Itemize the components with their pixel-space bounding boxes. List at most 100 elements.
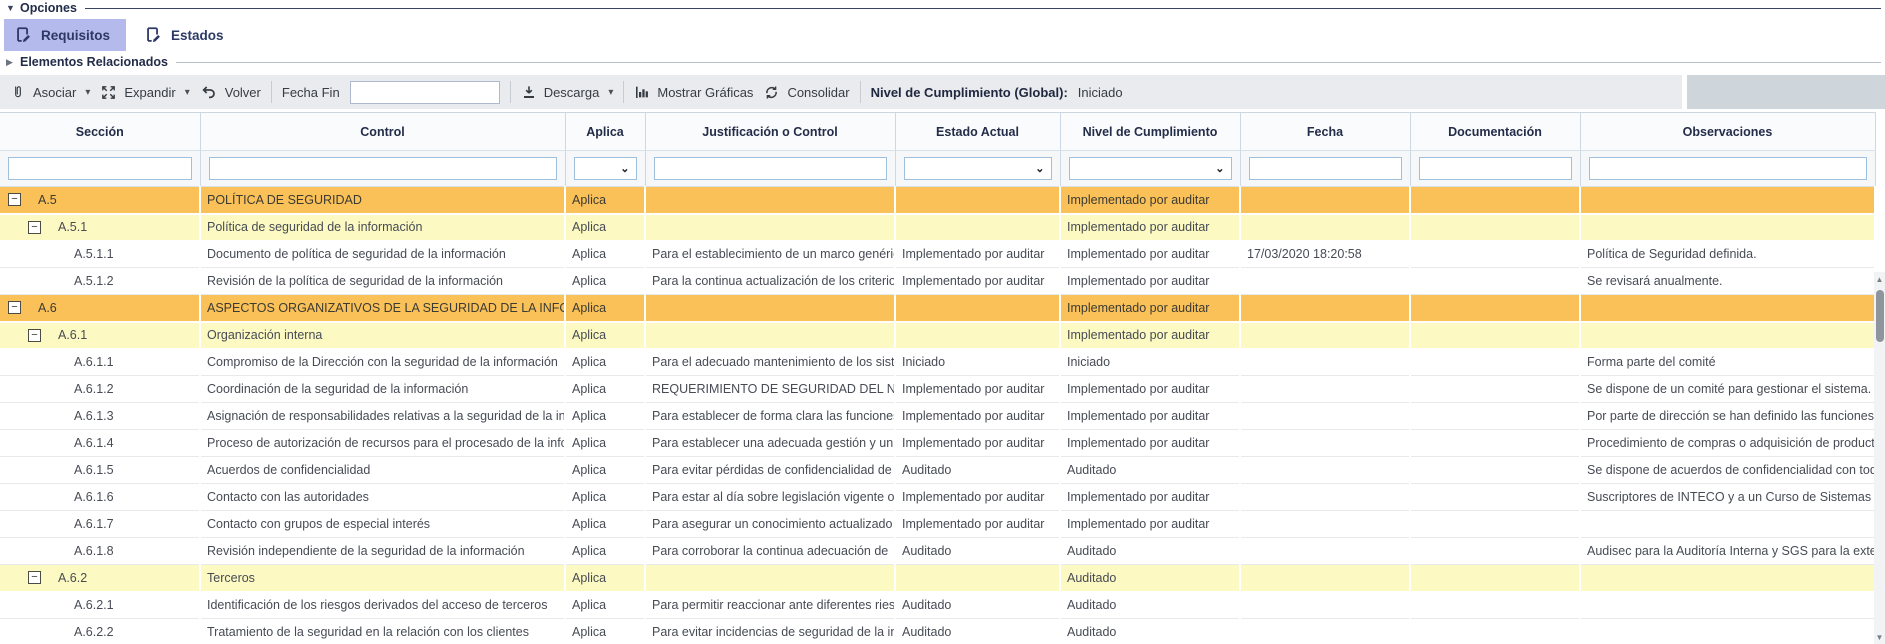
cell-aplica: Aplica (565, 538, 645, 565)
filter-control-input[interactable] (209, 157, 557, 180)
table-row[interactable]: A.6.2.1Identificación de los riesgos der… (0, 592, 1875, 619)
table-row[interactable]: A.5.1.2 Revisión de la política de seguri… (0, 268, 1875, 295)
fecha-fin-input[interactable] (350, 81, 500, 104)
cell-fecha: 17/03/2020 18:20:58 (1240, 241, 1410, 268)
cell-documentacion (1410, 403, 1580, 430)
table-row[interactable]: A.6.1.1Compromiso de la Dirección con la… (0, 349, 1875, 376)
filter-estado-select[interactable]: ⌄ (904, 157, 1052, 180)
tab-label: Requisitos (41, 28, 110, 43)
cell-aplica: Aplica (565, 565, 645, 592)
column-header-control[interactable]: Control (200, 113, 565, 151)
expand-triangle-icon[interactable]: ▶ (6, 57, 20, 68)
table-row[interactable]: −A.5.1Política de seguridad de la inform… (0, 214, 1875, 241)
cell-observaciones (1580, 592, 1875, 619)
cell-fecha (1240, 430, 1410, 457)
column-header-aplica[interactable]: Aplica (565, 113, 645, 151)
table-row[interactable]: −A.6.2TercerosAplicaAuditado (0, 565, 1875, 592)
table-row[interactable]: A.6.1.7Contacto con grupos de especial i… (0, 511, 1875, 538)
collapse-minus-icon[interactable]: − (8, 193, 21, 206)
cell-documentacion (1410, 322, 1580, 349)
collapse-minus-icon[interactable]: − (28, 221, 41, 234)
tab-estados[interactable]: Estados (134, 19, 240, 51)
cell-justificacion: Para corroborar la continua adecuación d… (645, 538, 895, 565)
cell-justificacion (645, 322, 895, 349)
filter-aplica-select[interactable]: ⌄ (574, 157, 637, 180)
descarga-button[interactable]: Descarga ▾ (521, 84, 614, 100)
tab-requisitos[interactable]: Requisitos (4, 19, 126, 51)
expandir-button[interactable]: Expandir ▾ (100, 84, 189, 101)
toolbar-right-panel (1682, 75, 1885, 109)
asociar-button[interactable]: Asociar ▾ (10, 83, 90, 101)
cell-estado (895, 214, 1060, 241)
cell-observaciones (1580, 511, 1875, 538)
table-row[interactable]: A.6.2.2Tratamiento de la seguridad en la… (0, 619, 1875, 644)
mostrar-graficas-button[interactable]: Mostrar Gráficas (634, 84, 753, 100)
table-row[interactable]: A.6.1.6Contacto con las autoridadesAplic… (0, 484, 1875, 511)
section-cell-content: −A.5.1 (6, 220, 193, 234)
table-row[interactable]: A.6.1.2Coordinación de la seguridad de l… (0, 376, 1875, 403)
section-code: A.5.1.2 (74, 274, 114, 288)
filter-seccion-input[interactable] (8, 157, 192, 180)
requisitos-table: Sección Control Aplica Justificación o C… (0, 112, 1876, 644)
table-row[interactable]: A.6.1.8Revisión independiente de la segu… (0, 538, 1875, 565)
cell-fecha (1240, 295, 1410, 322)
chevron-down-icon: ⌄ (1035, 162, 1044, 175)
cell-aplica: Aplica (565, 403, 645, 430)
cell-seccion: A.6.1.4 (0, 430, 200, 457)
cell-justificacion: Para el establecimiento de un marco gené… (645, 241, 895, 268)
cell-justificacion: REQUERIMIENTO DE SEGURIDAD DEL NEGOCIO (645, 376, 895, 403)
column-header-estado[interactable]: Estado Actual (895, 113, 1060, 151)
table-row[interactable]: A.6.1.5Acuerdos de confidencialidadAplic… (0, 457, 1875, 484)
cell-estado: Auditado (895, 457, 1060, 484)
cell-estado: Implementado por auditar (895, 511, 1060, 538)
column-header-seccion[interactable]: Sección (0, 113, 200, 151)
collapse-triangle-icon[interactable]: ▼ (6, 3, 20, 13)
cell-documentacion (1410, 295, 1580, 322)
filter-justificacion-input[interactable] (654, 157, 887, 180)
scroll-down-icon[interactable]: ▼ (1874, 633, 1885, 642)
table-row[interactable]: −A.6.1Organización internaAplicaImplemen… (0, 322, 1875, 349)
table-row[interactable]: A.5.1.1Documento de política de segurida… (0, 241, 1875, 268)
descarga-label: Descarga (544, 85, 600, 100)
table-row[interactable]: A.6.1.4Proceso de autorización de recurs… (0, 430, 1875, 457)
header-row: Sección Control Aplica Justificación o C… (0, 113, 1875, 151)
scroll-up-icon[interactable]: ▲ (1874, 275, 1885, 284)
cell-justificacion (645, 187, 895, 214)
separator (860, 81, 861, 103)
vertical-scrollbar[interactable]: ▲ ▼ (1874, 272, 1885, 644)
cell-aplica: Aplica (565, 376, 645, 403)
collapse-minus-icon[interactable]: − (28, 329, 41, 342)
cell-estado: Iniciado (895, 349, 1060, 376)
section-cell-content: A.6.1.3 (6, 409, 193, 423)
section-cell-content: −A.6.1 (6, 328, 193, 342)
volver-button[interactable]: Volver (200, 84, 261, 100)
column-header-documentacion[interactable]: Documentación (1410, 113, 1580, 151)
filter-row: ⌄ ⌄ ⌄ (0, 151, 1875, 187)
table-row[interactable]: −A.6ASPECTOS ORGANIZATIVOS DE LA SEGURID… (0, 295, 1875, 322)
column-header-justificacion[interactable]: Justificación o Control (645, 113, 895, 151)
paperclip-icon (10, 83, 26, 101)
filter-nivel-select[interactable]: ⌄ (1069, 157, 1232, 180)
cell-seccion: A.5.1.2 (0, 268, 200, 295)
collapse-minus-icon[interactable]: − (28, 571, 41, 584)
cell-aplica: Aplica (565, 484, 645, 511)
cell-fecha (1240, 349, 1410, 376)
consolidar-button[interactable]: Consolidar (763, 84, 849, 101)
cell-estado: Implementado por auditar (895, 430, 1060, 457)
filter-observaciones-input[interactable] (1589, 157, 1867, 180)
filter-fecha-input[interactable] (1249, 157, 1402, 180)
column-header-fecha[interactable]: Fecha (1240, 113, 1410, 151)
undo-icon (200, 84, 218, 100)
filter-documentacion-input[interactable] (1419, 157, 1572, 180)
table-row[interactable]: A.6.1.3Asignación de responsabilidades r… (0, 403, 1875, 430)
column-header-observaciones[interactable]: Observaciones (1580, 113, 1875, 151)
cell-control: Revisión de la política de seguridad de … (200, 268, 565, 295)
cell-justificacion (645, 565, 895, 592)
collapse-minus-icon[interactable]: − (8, 301, 21, 314)
scrollbar-thumb[interactable] (1876, 290, 1884, 342)
table-row[interactable]: −A.5POLÍTICA DE SEGURIDADAplicaImplement… (0, 187, 1875, 214)
cell-control: Terceros (200, 565, 565, 592)
cell-seccion: −A.5.1 (0, 214, 200, 241)
cell-control: Proceso de autorización de recursos para… (200, 430, 565, 457)
column-header-nivel[interactable]: Nivel de Cumplimiento (1060, 113, 1240, 151)
